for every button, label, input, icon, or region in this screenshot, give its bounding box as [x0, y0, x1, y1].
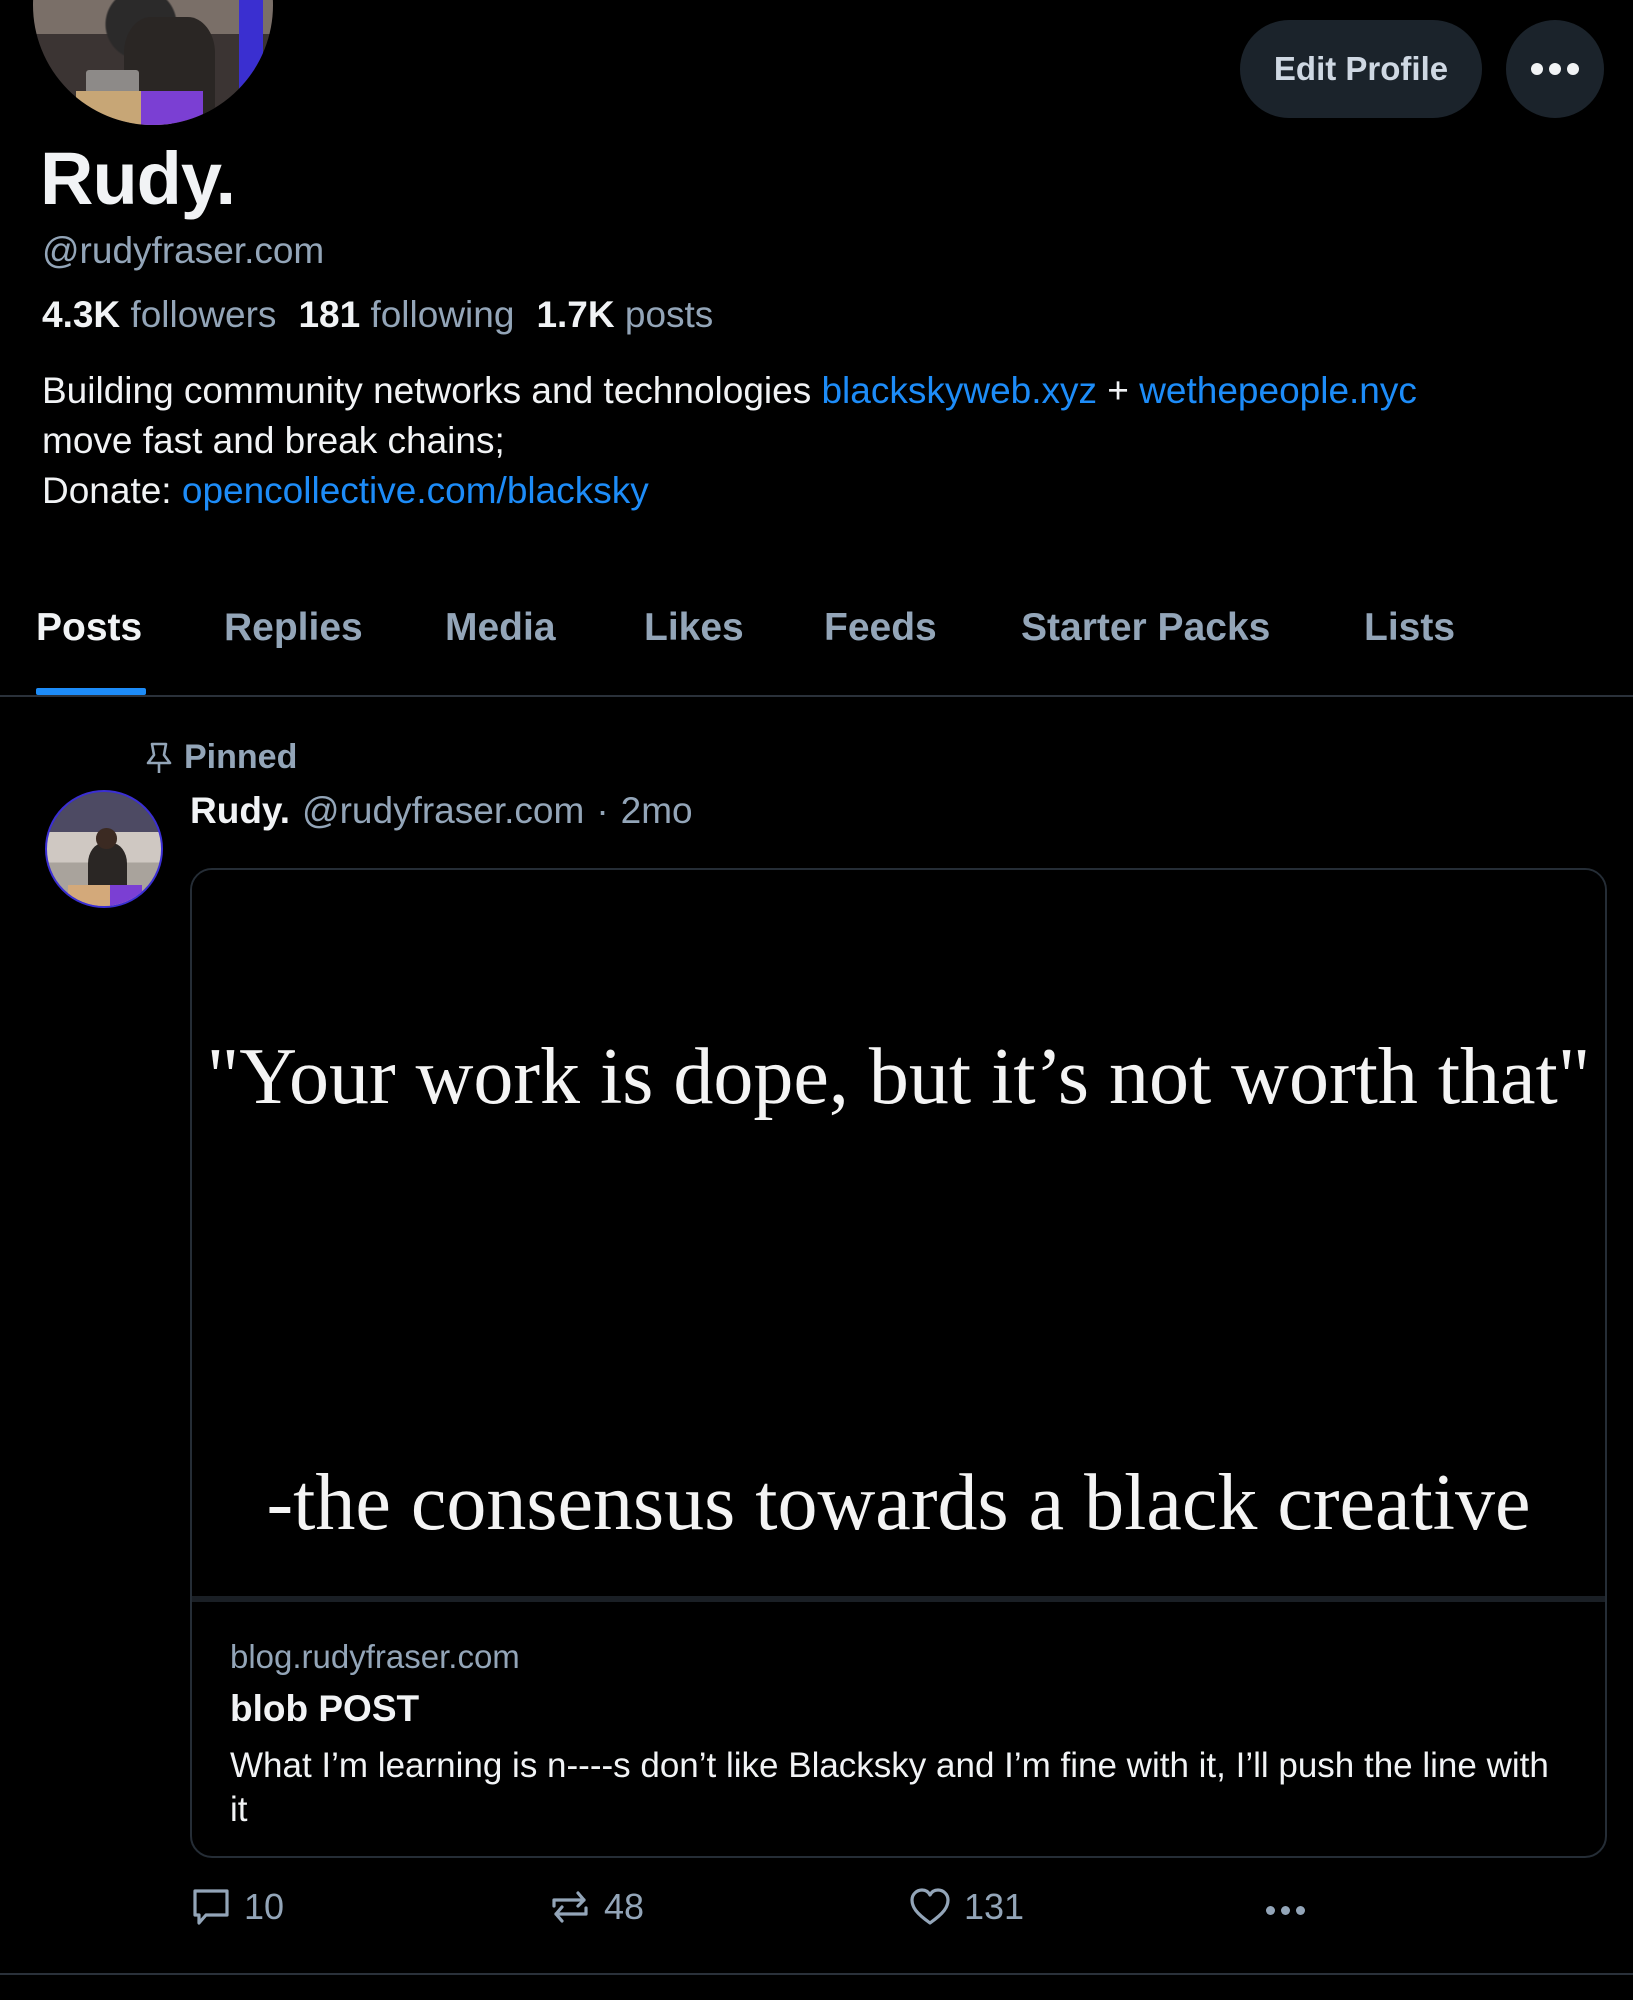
bio-line-3: Donate: opencollective.com/blacksky: [42, 466, 1622, 516]
post-more-button[interactable]: [1266, 1892, 1305, 1915]
post-author-name[interactable]: Rudy.: [190, 790, 290, 832]
donate-label: Donate:: [42, 470, 172, 511]
posts-stat: 1.7K posts: [536, 294, 713, 336]
thumbnail-quote-text: "Your work is dope, but it’s not worth t…: [206, 1033, 1591, 1121]
post-header: Rudy. @rudyfraser.com · 2mo: [190, 790, 693, 832]
following-count: 181: [298, 294, 361, 335]
pinned-label: Pinned: [184, 738, 298, 776]
tab-posts[interactable]: Posts: [36, 606, 142, 650]
bio-text: Building community networks and technolo…: [42, 370, 812, 411]
avatar-photo-detail: [141, 91, 204, 125]
followers-stat[interactable]: 4.3K followers: [42, 294, 276, 336]
bio-link-opencollective[interactable]: opencollective.com/blacksky: [182, 470, 649, 511]
following-stat[interactable]: 181 following: [298, 294, 514, 336]
embed-thumbnail: "Your work is dope, but it’s not worth t…: [192, 870, 1605, 1602]
tabs-divider: [0, 695, 1633, 697]
embed-domain: blog.rudyfraser.com: [230, 1638, 520, 1675]
tab-starter-packs[interactable]: Starter Packs: [1021, 606, 1270, 650]
tab-feeds[interactable]: Feeds: [824, 606, 937, 650]
bio-link-blackskyweb[interactable]: blackskyweb.xyz: [821, 370, 1097, 411]
followers-count: 4.3K: [42, 294, 121, 335]
link-embed-card[interactable]: "Your work is dope, but it’s not worth t…: [190, 868, 1607, 1858]
profile-bio: Building community networks and technolo…: [42, 366, 1622, 516]
profile-tabs: Posts Replies Media Likes Feeds Starter …: [0, 596, 1633, 697]
embed-description: What I’m learning is n----s don’t like B…: [230, 1746, 1549, 1829]
bio-link-wethepeople[interactable]: wethepeople.nyc: [1139, 370, 1417, 411]
tab-media[interactable]: Media: [445, 606, 556, 650]
ellipsis-icon: [1266, 1892, 1305, 1915]
reply-icon: [190, 1886, 232, 1928]
bio-plus: +: [1107, 370, 1129, 411]
like-count: 131: [964, 1886, 1025, 1927]
post-author-avatar[interactable]: [45, 790, 163, 908]
ellipsis-icon: [1531, 63, 1579, 75]
tab-lists[interactable]: Lists: [1364, 606, 1455, 650]
post-timestamp[interactable]: 2mo: [621, 790, 693, 832]
post-separator: ·: [596, 790, 609, 831]
reply-count: 10: [244, 1886, 285, 1927]
repost-icon: [548, 1886, 592, 1928]
embed-title: blob POST: [230, 1688, 420, 1729]
profile-avatar[interactable]: [30, 0, 276, 128]
avatar-photo-detail: [109, 885, 142, 906]
profile-display-name: Rudy.: [40, 137, 236, 220]
tab-likes[interactable]: Likes: [644, 606, 744, 650]
followers-label: followers: [130, 294, 277, 335]
posts-count: 1.7K: [536, 294, 615, 335]
following-label: following: [370, 294, 515, 335]
reply-button[interactable]: 10: [190, 1886, 284, 1928]
avatar-photo-detail: [239, 0, 264, 101]
pin-icon: [144, 741, 174, 775]
profile-stats: 4.3K followers 181 following 1.7K posts: [42, 294, 713, 336]
post-actions: 10 48 131: [190, 1886, 1607, 1946]
heart-icon: [908, 1886, 952, 1928]
embed-meta: blog.rudyfraser.com blob POST What I’m l…: [230, 1638, 1567, 1832]
pinned-indicator: Pinned: [144, 738, 297, 777]
post-author-handle[interactable]: @rudyfraser.com: [302, 790, 584, 832]
repost-button[interactable]: 48: [548, 1886, 644, 1928]
active-tab-indicator: [36, 688, 146, 695]
bio-line-2: move fast and break chains;: [42, 420, 505, 461]
tab-replies[interactable]: Replies: [224, 606, 363, 650]
posts-label: posts: [624, 294, 714, 335]
profile-more-button[interactable]: [1506, 20, 1604, 118]
bio-line-1: Building community networks and technolo…: [42, 366, 1622, 416]
profile-handle: @rudyfraser.com: [42, 230, 325, 271]
repost-count: 48: [604, 1886, 645, 1927]
avatar-photo-detail: [96, 828, 117, 849]
edit-profile-button[interactable]: Edit Profile: [1240, 20, 1482, 118]
thumbnail-attribution-text: -the consensus towards a black creative: [266, 1459, 1531, 1547]
post-divider: [0, 1973, 1633, 1975]
like-button[interactable]: 131: [908, 1886, 1024, 1928]
avatar-photo-detail: [85, 69, 139, 94]
